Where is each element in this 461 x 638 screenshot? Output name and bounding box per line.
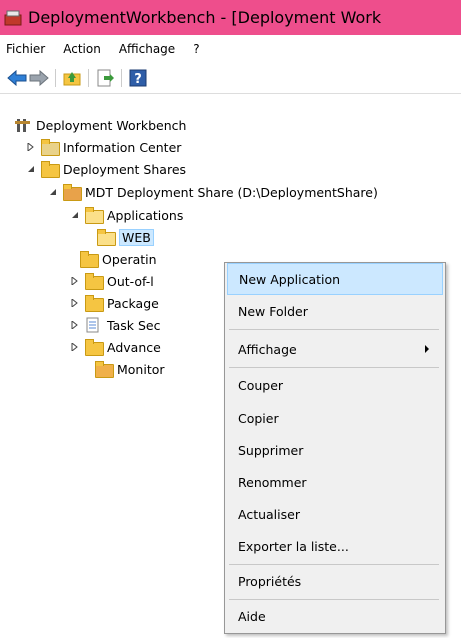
- menu-item-label: New Application: [239, 271, 341, 287]
- menu-item-new-folder[interactable]: New Folder: [227, 296, 441, 326]
- tree-label: WEB: [119, 228, 154, 246]
- toolbar-separator: [55, 69, 56, 87]
- menu-item-label: Actualiser: [238, 506, 300, 522]
- packages-folder-icon: [85, 295, 104, 312]
- collapse-arrow-icon[interactable]: [48, 187, 58, 197]
- monitoring-icon: [95, 361, 114, 378]
- menu-bar: Fichier Action Affichage ?: [0, 35, 461, 63]
- menu-item-actualiser[interactable]: Actualiser: [227, 499, 441, 529]
- tree-item-out-of-box-drivers[interactable]: Out-of-l: [70, 270, 154, 292]
- tree-label: Applications: [107, 207, 184, 223]
- menu-item-label: Propriétés: [238, 573, 302, 589]
- app-icon: [4, 10, 22, 26]
- expand-arrow-icon[interactable]: [70, 320, 80, 330]
- tree-item-deployment-shares[interactable]: Deployment Shares: [26, 158, 186, 180]
- menu-item-supprimer[interactable]: Supprimer: [227, 435, 441, 465]
- toolbar: ?: [0, 63, 461, 94]
- menu-item-label: Copier: [238, 410, 279, 426]
- menu-item-label: Exporter la liste...: [238, 538, 349, 554]
- tree-item-advanced-configuration[interactable]: Advance: [70, 336, 161, 358]
- collapse-arrow-icon[interactable]: [70, 210, 80, 220]
- export-list-icon[interactable]: [94, 67, 116, 89]
- tree-label: Information Center: [63, 139, 182, 155]
- collapse-arrow-icon[interactable]: [26, 164, 36, 174]
- tree-item-monitoring[interactable]: Monitor: [95, 358, 165, 380]
- tree-label: Advance: [107, 339, 161, 355]
- menu-separator: [229, 599, 439, 600]
- tree-label: Deployment Shares: [63, 161, 187, 177]
- menu-item-new-application[interactable]: New Application: [227, 263, 443, 295]
- task-sequence-icon: [85, 317, 103, 333]
- submenu-arrow-icon: [425, 345, 429, 353]
- menu-action[interactable]: Action: [63, 42, 101, 56]
- tree-item-web[interactable]: WEB: [97, 226, 154, 248]
- expand-arrow-icon[interactable]: [70, 276, 80, 286]
- information-center-icon: [41, 139, 60, 156]
- menu-separator: [229, 329, 439, 330]
- toolbar-separator: [121, 69, 122, 87]
- menu-item-label: New Folder: [238, 303, 308, 319]
- up-folder-icon[interactable]: [61, 67, 83, 89]
- tree-label: Monitor: [117, 361, 165, 377]
- tree-item-packages[interactable]: Package: [70, 292, 159, 314]
- deployment-share-icon: [63, 184, 82, 201]
- toolbar-separator: [88, 69, 89, 87]
- menu-item-label: Aide: [238, 608, 266, 624]
- folder-icon: [41, 161, 60, 178]
- menu-item-affichage[interactable]: Affichage: [227, 334, 441, 364]
- back-arrow-icon[interactable]: [6, 67, 28, 89]
- tree-item-mdt-deployment-share[interactable]: MDT Deployment Share (D:\DeploymentShare…: [48, 181, 378, 203]
- menu-item-exporter-la-liste[interactable]: Exporter la liste...: [227, 531, 441, 561]
- menu-item-couper[interactable]: Couper: [227, 370, 441, 400]
- expand-arrow-icon[interactable]: [70, 342, 80, 352]
- menu-fichier[interactable]: Fichier: [6, 42, 45, 56]
- workbench-icon: [14, 117, 32, 133]
- tree-label: Task Sec: [107, 317, 161, 333]
- menu-item-aide[interactable]: Aide: [227, 601, 441, 631]
- expand-arrow-icon[interactable]: [70, 298, 80, 308]
- menu-item-copier[interactable]: Copier: [227, 403, 441, 433]
- menu-separator: [229, 367, 439, 368]
- menu-item-proprietes[interactable]: Propriétés: [227, 566, 441, 596]
- title-bar: DeploymentWorkbench - [Deployment Work: [0, 0, 461, 35]
- menu-separator: [229, 564, 439, 565]
- menu-item-label: Affichage: [238, 341, 297, 357]
- help-icon[interactable]: ?: [127, 67, 149, 89]
- tree-item-operating-systems[interactable]: Operatin: [80, 248, 157, 270]
- drivers-folder-icon: [85, 273, 104, 290]
- menu-item-label: Renommer: [238, 474, 307, 490]
- tree-label: Deployment Workbench: [36, 117, 187, 133]
- tree-label: Operatin: [102, 251, 157, 267]
- folder-icon: [85, 339, 104, 356]
- menu-item-label: Couper: [238, 377, 284, 393]
- context-menu: New Application New Folder Affichage Cou…: [224, 262, 446, 634]
- expand-arrow-icon[interactable]: [26, 142, 36, 152]
- tree-label: Package: [107, 295, 159, 311]
- tree-label: Out-of-l: [107, 273, 154, 289]
- tree-item-applications[interactable]: Applications: [70, 204, 183, 226]
- open-folder-icon: [97, 229, 116, 246]
- tree-item-task-sequences[interactable]: Task Sec: [70, 314, 160, 336]
- tree-label: MDT Deployment Share (D:\DeploymentShare…: [85, 184, 378, 200]
- tree-item-deployment-workbench[interactable]: Deployment Workbench: [14, 114, 186, 136]
- menu-item-label: Supprimer: [238, 442, 304, 458]
- window-title: DeploymentWorkbench - [Deployment Work: [28, 8, 382, 27]
- menu-affichage[interactable]: Affichage: [119, 42, 175, 56]
- menu-help[interactable]: ?: [193, 42, 199, 56]
- operating-systems-icon: [80, 251, 99, 268]
- tree-item-information-center[interactable]: Information Center: [26, 136, 181, 158]
- open-folder-icon: [85, 207, 104, 224]
- svg-text:?: ?: [134, 72, 142, 87]
- menu-item-renommer[interactable]: Renommer: [227, 467, 441, 497]
- forward-arrow-icon[interactable]: [28, 67, 50, 89]
